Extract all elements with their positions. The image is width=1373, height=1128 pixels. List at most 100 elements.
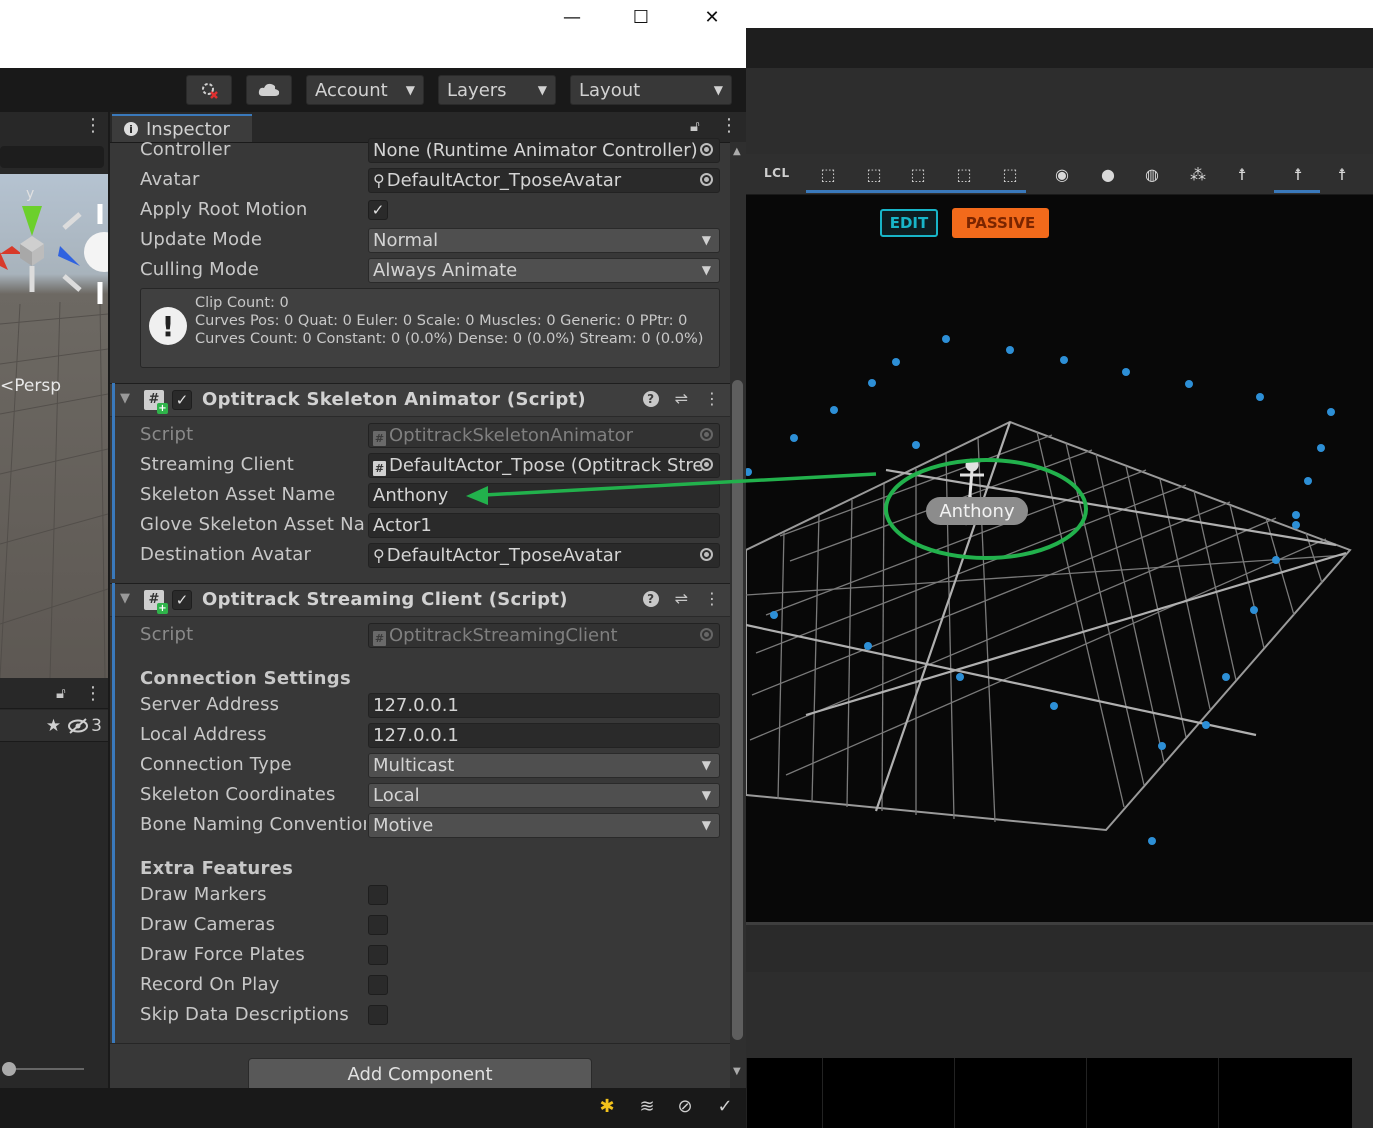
skeleton-visibility-icon[interactable]: ☨ (1228, 160, 1256, 188)
hidden-visibility-icon[interactable]: 3 (67, 716, 102, 736)
camera-preview[interactable] (954, 1058, 1086, 1128)
controller-field[interactable]: None (Runtime Animator Controller) (368, 138, 720, 163)
connection-type-dropdown[interactable]: Multicast ▼ (368, 753, 720, 778)
streaming-client-enabled-checkbox[interactable]: ✓ (172, 590, 192, 610)
glove-skeleton-input[interactable]: Actor1 (368, 513, 720, 538)
object-picker-icon[interactable] (700, 173, 713, 186)
object-picker-icon[interactable] (700, 548, 713, 561)
streaming-client-header[interactable]: ▼ # ✓ Optitrack Streaming Client (Script… (110, 583, 730, 617)
record-on-play-checkbox[interactable] (368, 975, 388, 995)
cache-server-icon[interactable]: ≋ (634, 1093, 660, 1119)
preset-icon[interactable]: ⇌ (675, 389, 688, 408)
zoom-slider-track[interactable] (8, 1068, 84, 1070)
close-button[interactable]: ✕ (692, 2, 732, 32)
record-on-play-label: Record On Play (140, 974, 280, 995)
edit-mode-button[interactable]: EDIT (880, 209, 938, 237)
scroll-up-icon[interactable]: ▲ (733, 146, 741, 157)
scroll-down-icon[interactable]: ▼ (733, 1066, 741, 1077)
project-filter-bar: ★ 3 (0, 710, 108, 742)
layout-dropdown[interactable]: Layout ▼ (570, 75, 732, 105)
skeleton-asset-name-input[interactable]: Anthony (368, 483, 720, 508)
select-markers-icon[interactable]: ⬚ (814, 160, 842, 188)
camera-visibility-icon[interactable]: ◍ (1138, 160, 1166, 188)
close-icon: ✕ (704, 6, 720, 28)
draw-markers-checkbox[interactable] (368, 885, 388, 905)
maximize-button[interactable]: ☐ (621, 2, 661, 32)
draw-cameras-row: Draw Cameras (110, 911, 730, 941)
skeleton-animator-enabled-checkbox[interactable]: ✓ (172, 390, 192, 410)
object-picker-icon[interactable] (700, 143, 713, 156)
avatar-field[interactable]: ⚲ DefaultActor_TposeAvatar (368, 168, 720, 193)
streaming-client-field[interactable]: # DefaultActor_Tpose (Optitrack Stre (368, 453, 720, 478)
foldout-arrow-icon[interactable]: ▼ (120, 591, 130, 606)
local-coordinates-toggle[interactable]: LCL (764, 166, 790, 180)
select-cameras-icon[interactable]: ⬚ (860, 160, 888, 188)
eye-icon[interactable]: ◉ (1048, 160, 1076, 188)
select-force-plate-icon[interactable]: ⬚ (996, 160, 1024, 188)
star-icon[interactable]: ★ (46, 716, 61, 736)
rigidbody-visibility-icon[interactable]: ⁂ (1184, 160, 1212, 188)
more-options-icon[interactable]: ⋮ (84, 115, 102, 136)
lock-icon[interactable]: 🔓︎ (690, 117, 700, 135)
selection-mode-underline (806, 190, 1026, 193)
minimize-icon: — (563, 6, 581, 28)
bug-icon[interactable]: ✱ (594, 1093, 620, 1119)
marker-visibility-icon[interactable]: ● (1094, 160, 1122, 188)
skeleton-coordinates-dropdown[interactable]: Local ▼ (368, 783, 720, 808)
lock-icon[interactable]: 🔓︎ (56, 684, 66, 702)
select-skeleton-icon[interactable]: ⬚ (950, 160, 978, 188)
camera-preview[interactable] (822, 1058, 954, 1128)
inspector-scrollbar-thumb[interactable] (732, 380, 743, 1040)
unity-toolbar: Account ▼ Layers ▼ Layout ▼ (0, 68, 746, 112)
select-rigidbody-icon[interactable]: ⬚ (904, 160, 932, 188)
more-options-icon[interactable]: ⋮ (84, 683, 102, 704)
culling-mode-dropdown[interactable]: Always Animate ▼ (368, 258, 720, 283)
more-options-icon[interactable]: ⋮ (720, 115, 738, 136)
camera-preview[interactable] (1218, 1058, 1352, 1128)
script-label: Script (140, 624, 194, 645)
zoom-slider-handle[interactable] (2, 1062, 16, 1076)
object-picker-icon[interactable] (700, 458, 713, 471)
draw-force-plates-checkbox[interactable] (368, 945, 388, 965)
local-address-input[interactable]: 127.0.0.1 (368, 723, 720, 748)
skeleton-pose-icon[interactable]: ☨ (1284, 160, 1312, 188)
help-icon[interactable]: ? (642, 391, 659, 407)
skip-data-descriptions-checkbox[interactable] (368, 1005, 388, 1025)
project-panel: 🔓︎ ⋮ ★ 3 (0, 680, 108, 1088)
draw-cameras-checkbox[interactable] (368, 915, 388, 935)
layers-dropdown[interactable]: Layers ▼ (438, 75, 556, 105)
collab-button[interactable] (186, 75, 232, 105)
camera-preview[interactable] (1086, 1058, 1218, 1128)
apply-root-motion-checkbox[interactable]: ✓ (368, 200, 388, 220)
preset-icon[interactable]: ⇌ (675, 589, 688, 608)
persp-label[interactable]: <Persp (0, 376, 61, 396)
checkmark-circle-icon[interactable]: ✓ (712, 1093, 738, 1119)
controller-row: Controller None (Runtime Animator Contro… (110, 136, 730, 166)
scene-gizmo[interactable]: y (0, 174, 108, 304)
account-dropdown[interactable]: Account ▼ (306, 75, 424, 105)
bone-naming-dropdown[interactable]: Motive ▼ (368, 813, 720, 838)
camera-preview[interactable] (746, 1058, 822, 1128)
camera-markers (746, 335, 1335, 845)
network-icon[interactable]: ⊘ (672, 1093, 698, 1119)
server-address-input[interactable]: 127.0.0.1 (368, 693, 720, 718)
scene-view[interactable]: y <Persp (0, 174, 108, 678)
update-mode-dropdown[interactable]: Normal ▼ (368, 228, 720, 253)
help-icon[interactable]: ? (642, 591, 659, 607)
skeleton-asset-name-row: Skeleton Asset Name Anthony (110, 481, 730, 511)
passive-mode-button[interactable]: PASSIVE (952, 208, 1049, 238)
motive-3d-viewport[interactable]: Anthony EDIT PASSIVE (746, 195, 1373, 922)
culling-mode-row: Culling Mode Always Animate ▼ (110, 256, 730, 286)
add-component-button[interactable]: Add Component (248, 1058, 592, 1088)
more-options-icon[interactable]: ⋮ (704, 389, 720, 408)
inspector-scrollbar[interactable]: ▲ ▼ (730, 142, 746, 1088)
scene-search-input[interactable] (0, 146, 104, 168)
cloud-button[interactable] (246, 75, 292, 105)
chevron-down-icon: ▼ (701, 788, 711, 802)
skeleton-animator-header[interactable]: ▼ # ✓ Optitrack Skeleton Animator (Scrip… (110, 383, 730, 417)
skeleton-single-icon[interactable]: ☨ (1328, 160, 1356, 188)
minimize-button[interactable]: — (552, 2, 592, 32)
foldout-arrow-icon[interactable]: ▼ (120, 391, 130, 406)
more-options-icon[interactable]: ⋮ (704, 589, 720, 608)
destination-avatar-field[interactable]: ⚲ DefaultActor_TposeAvatar (368, 543, 720, 568)
